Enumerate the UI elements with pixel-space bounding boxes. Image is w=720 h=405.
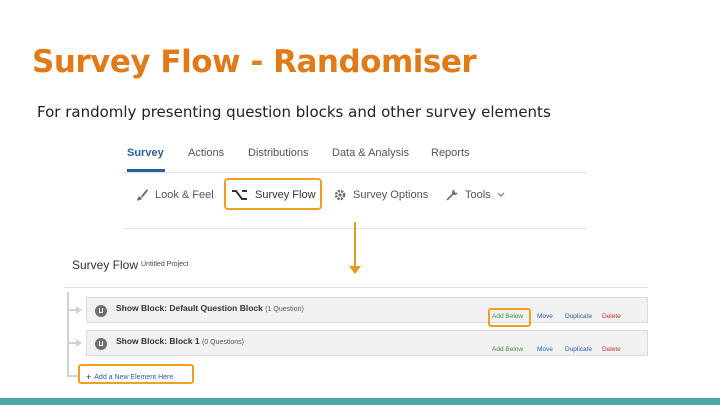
tools-menu-button[interactable]: Tools — [445, 188, 505, 202]
bottom-accent-bar — [0, 398, 720, 405]
tab-survey[interactable]: Survey — [127, 147, 164, 159]
delete-link[interactable]: Delete — [602, 346, 621, 353]
block-title: Show Block: Block 1 (0 Questions) — [116, 336, 244, 346]
nav-tabs: Survey Actions Distributions Data & Anal… — [123, 136, 587, 173]
flow-arrow-icon — [76, 339, 82, 347]
block-title: Show Block: Default Question Block (1 Qu… — [116, 303, 304, 313]
look-feel-label: Look & Feel — [155, 189, 214, 201]
flow-connector-line — [67, 292, 69, 376]
flow-block-1[interactable]: Show Block: Block 1 (0 Questions) Add Be… — [86, 330, 648, 356]
duplicate-link[interactable]: Duplicate — [565, 346, 592, 353]
survey-flow-highlight — [224, 178, 322, 210]
header-divider — [64, 287, 648, 288]
delete-link[interactable]: Delete — [602, 313, 621, 320]
move-link[interactable]: Move — [537, 313, 553, 320]
flow-arrow-icon — [76, 306, 82, 314]
block-icon — [95, 305, 107, 317]
flow-block-default[interactable]: Show Block: Default Question Block (1 Qu… — [86, 297, 648, 323]
block-count: (1 Question) — [265, 306, 304, 313]
survey-flow-title: Survey Flow — [72, 258, 139, 272]
block-label: Show Block: Block 1 — [116, 336, 200, 346]
wrench-icon — [446, 189, 458, 201]
slide-title: Survey Flow - Randomiser — [32, 44, 477, 80]
block-count: (0 Questions) — [201, 339, 245, 346]
duplicate-link[interactable]: Duplicate — [565, 313, 592, 320]
qualtrics-nav-screenshot: Survey Actions Distributions Data & Anal… — [123, 136, 587, 229]
add-new-element-highlight — [78, 364, 194, 384]
survey-options-label: Survey Options — [353, 189, 429, 201]
add-below-link[interactable]: Add Below — [492, 346, 523, 353]
look-feel-button[interactable]: Look & Feel — [135, 188, 214, 202]
tab-distributions[interactable]: Distributions — [248, 147, 309, 159]
gear-icon — [334, 189, 346, 201]
tab-reports[interactable]: Reports — [431, 147, 470, 159]
tab-actions[interactable]: Actions — [188, 147, 224, 159]
block-icon — [95, 338, 107, 350]
tools-label: Tools — [465, 189, 491, 201]
active-tab-indicator — [127, 169, 165, 172]
tab-data-analysis[interactable]: Data & Analysis — [332, 147, 409, 159]
move-link[interactable]: Move — [537, 346, 553, 353]
survey-options-button[interactable]: Survey Options — [333, 188, 428, 202]
block-label: Show Block: Default Question Block — [116, 303, 263, 313]
add-below-highlight — [488, 308, 531, 327]
paintbrush-icon — [137, 189, 148, 201]
project-name: Untitled Project — [141, 261, 189, 268]
slide-subtitle: For randomly presenting question blocks … — [37, 103, 551, 121]
chevron-down-icon — [497, 192, 505, 197]
